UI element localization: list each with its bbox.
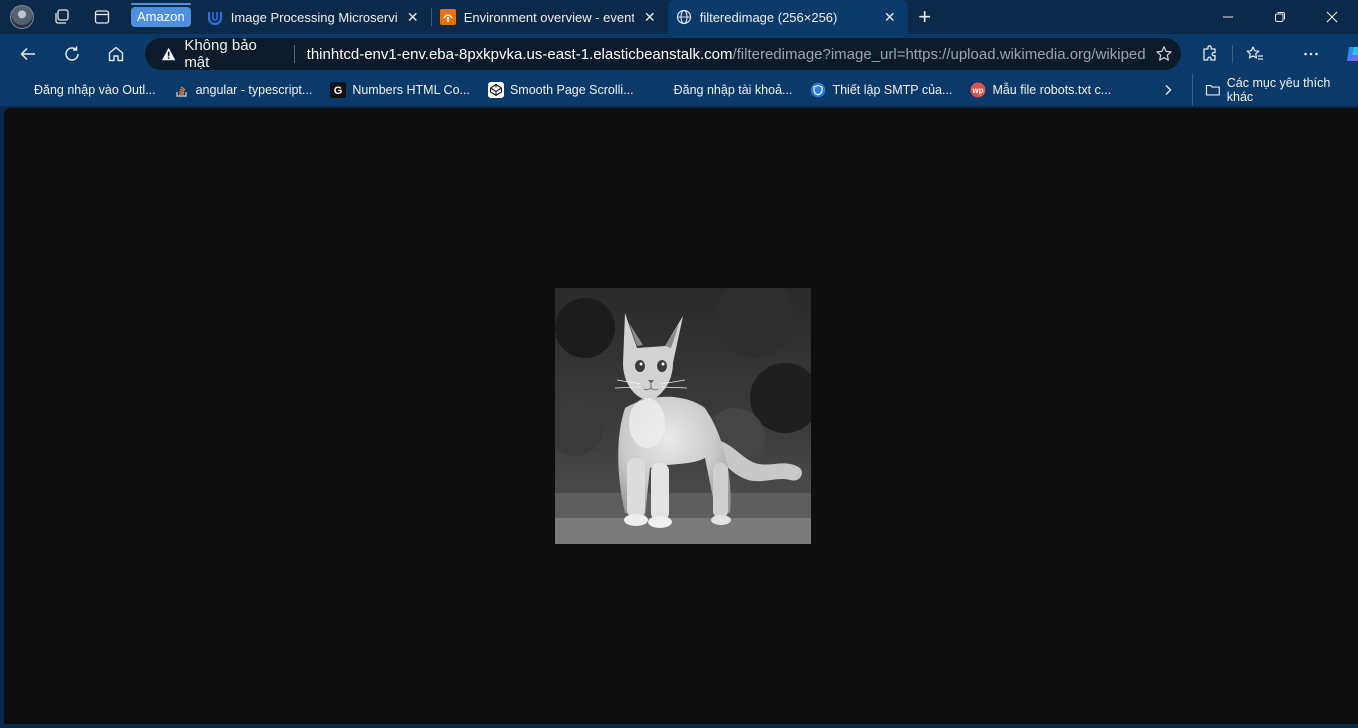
copilot-icon[interactable] bbox=[1337, 34, 1358, 74]
back-button[interactable] bbox=[6, 34, 50, 74]
microsoft-icon bbox=[12, 82, 28, 98]
back-arrow-icon bbox=[20, 47, 35, 61]
tab-title: Image Processing Microservice on bbox=[230, 9, 397, 25]
filtered-image[interactable] bbox=[555, 288, 811, 544]
workspaces-icon[interactable] bbox=[45, 0, 79, 34]
tab-environment-overview[interactable]: Environment overview - events | E ✕ bbox=[432, 0, 668, 34]
bookmark-label: Mẫu file robots.txt c... bbox=[992, 83, 1112, 97]
tab-group-label[interactable]: Amazon bbox=[131, 3, 191, 27]
refresh-button[interactable] bbox=[50, 34, 94, 74]
elastic-beanstalk-icon bbox=[439, 9, 456, 25]
bookmark-label: angular - typescript... bbox=[195, 83, 313, 97]
bookmark-item[interactable]: G Numbers HTML Co... bbox=[322, 76, 478, 104]
warning-icon bbox=[161, 47, 176, 61]
globe-icon bbox=[676, 9, 692, 25]
toolbar-divider bbox=[1232, 45, 1233, 63]
g-icon: G bbox=[330, 82, 347, 98]
close-icon[interactable]: ✕ bbox=[880, 7, 900, 27]
bookmark-label: Thiết lập SMTP của... bbox=[832, 83, 953, 97]
refresh-icon bbox=[65, 46, 79, 61]
bookmark-item[interactable]: Đăng nhập vào Outl... bbox=[4, 76, 164, 104]
navigation-bar: Không bảo mật thinhtcd-env1-env.eba-8pxk… bbox=[0, 34, 1358, 74]
url-text[interactable]: thinhtcd-env1-env.eba-8pxkpvka.us-east-1… bbox=[307, 46, 1147, 63]
svg-text:G: G bbox=[334, 85, 343, 97]
new-tab-button[interactable]: + bbox=[908, 0, 942, 34]
microsoft-icon bbox=[652, 82, 668, 98]
url-path: /filteredimage?image_url=https://upload.… bbox=[732, 45, 1147, 63]
favorite-star-icon[interactable] bbox=[1146, 45, 1181, 63]
extensions-icon[interactable] bbox=[1192, 34, 1228, 74]
toolbar-right bbox=[1192, 34, 1358, 74]
bookmark-label: Đăng nhập tài khoả... bbox=[673, 83, 793, 97]
tab-title: filteredimage (256×256) bbox=[699, 9, 838, 25]
close-icon[interactable]: ✕ bbox=[403, 7, 423, 27]
url-host: thinhtcd-env1-env.eba-8pxkpvka.us-east-1… bbox=[306, 45, 733, 63]
folder-icon bbox=[1205, 84, 1220, 96]
bookmark-label: Đăng nhập vào Outl... bbox=[34, 83, 156, 97]
workspaces-icon-glyph bbox=[55, 9, 69, 24]
close-icon[interactable]: ✕ bbox=[640, 7, 660, 27]
favorites-icon[interactable] bbox=[1237, 34, 1273, 74]
window-controls bbox=[1202, 0, 1358, 34]
kitten-image bbox=[555, 288, 811, 544]
svg-text:wp: wp bbox=[972, 86, 984, 95]
security-label: Không bảo mật bbox=[184, 37, 257, 71]
home-icon bbox=[108, 46, 124, 62]
bookmark-label: Numbers HTML Co... bbox=[352, 83, 470, 97]
profile-avatar[interactable] bbox=[5, 0, 39, 34]
udacity-icon bbox=[207, 9, 223, 25]
avatar bbox=[10, 5, 34, 29]
other-favorites[interactable]: Các mục yêu thích khác bbox=[1192, 74, 1358, 106]
chevron-right-icon[interactable] bbox=[1156, 74, 1180, 106]
bookmark-item[interactable]: angular - typescript... bbox=[166, 76, 321, 104]
address-bar[interactable]: Không bảo mật thinhtcd-env1-env.eba-8pxk… bbox=[145, 37, 1181, 71]
close-window-icon[interactable] bbox=[1306, 0, 1358, 34]
tab-actions-icon-glyph bbox=[94, 10, 110, 24]
security-indicator[interactable]: Không bảo mật bbox=[145, 37, 282, 71]
bookmarks-bar: Đăng nhập vào Outl... angular - typescri… bbox=[0, 74, 1358, 106]
bookmark-item[interactable]: Thiết lập SMTP của... bbox=[802, 76, 960, 104]
wordpress-icon: wp bbox=[970, 82, 986, 98]
settings-more-icon[interactable] bbox=[1293, 34, 1329, 74]
tab-strip: Amazon Image Processing Microservice on … bbox=[0, 0, 1358, 34]
page-content bbox=[4, 108, 1358, 724]
shield-icon bbox=[810, 82, 826, 98]
stackoverflow-icon bbox=[174, 82, 190, 98]
bookmark-item[interactable]: wp Mẫu file robots.txt c... bbox=[962, 76, 1119, 104]
minimize-icon[interactable] bbox=[1202, 0, 1254, 34]
bookmark-label: Smooth Page Scrolli... bbox=[509, 83, 634, 97]
bookmark-item[interactable]: Đăng nhập tài khoả... bbox=[644, 76, 801, 104]
omnibox-divider bbox=[293, 45, 295, 63]
tab-title: Environment overview - events | E bbox=[463, 9, 634, 25]
bookmark-item[interactable]: Smooth Page Scrolli... bbox=[480, 76, 642, 104]
codepen-icon bbox=[487, 82, 504, 98]
other-favorites-label: Các mục yêu thích khác bbox=[1226, 76, 1331, 104]
tab-filteredimage[interactable]: filteredimage (256×256) ✕ bbox=[667, 0, 908, 34]
restore-icon[interactable] bbox=[1254, 0, 1306, 34]
tab-image-processing[interactable]: Image Processing Microservice on ✕ bbox=[199, 0, 431, 34]
home-button[interactable] bbox=[94, 34, 138, 74]
tab-actions-icon[interactable] bbox=[85, 0, 119, 34]
